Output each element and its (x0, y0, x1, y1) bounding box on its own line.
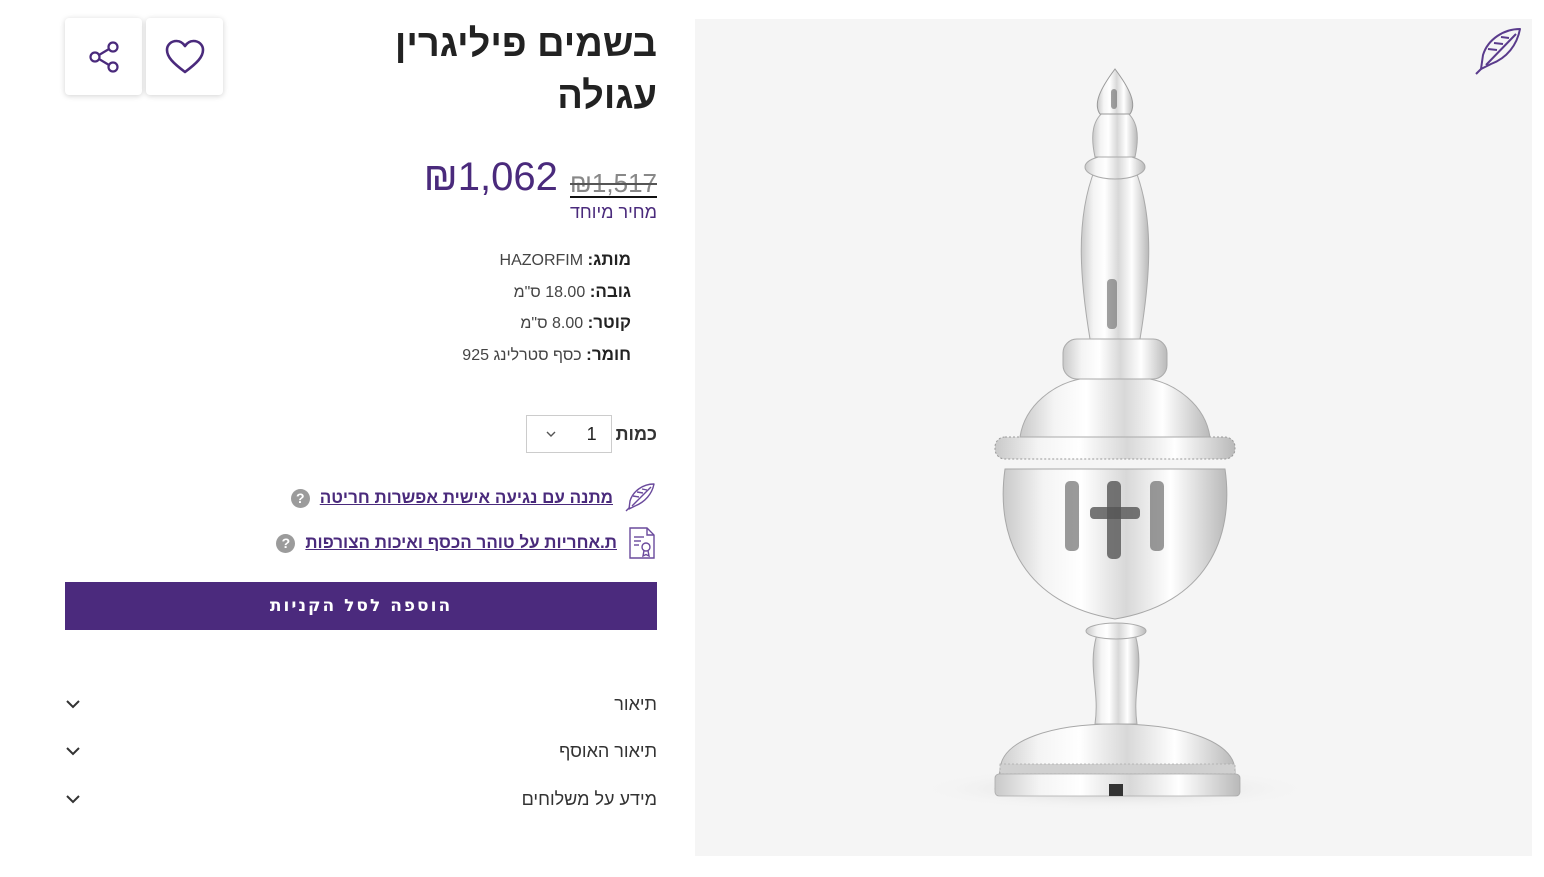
quantity-row: כמות 1 (525, 414, 657, 454)
spec-key: גובה: (589, 281, 631, 301)
heart-icon (165, 39, 204, 73)
spec-material: חומר: כסף סטרלינג 925 (462, 342, 631, 374)
original-price-text: ₪1,517 (569, 168, 657, 198)
spec-height: גובה: 18.00 ס"מ (462, 279, 631, 311)
feature-engraving: מתנה עם נגיעה אישית אפשרות חריטה ? (290, 480, 657, 516)
product-title-line1: בשמים פיליגרין (394, 23, 657, 65)
chevron-down-icon (66, 700, 80, 709)
quantity-value: 1 (586, 423, 597, 444)
spec-key: מותג: (587, 250, 631, 269)
product-title: בשמים פיליגרין עגולה (327, 18, 657, 122)
spec-key: קוטר: (587, 313, 631, 332)
special-price-label: מחיר מיוחד (569, 202, 657, 222)
quantity-select[interactable]: 1 (525, 415, 612, 453)
certificate-icon (629, 527, 655, 559)
help-icon[interactable]: ? (276, 533, 296, 553)
chevron-down-icon (546, 431, 556, 437)
product-specs: מותג: HAZORFIM גובה: 18.00 ס"מ קוטר: 8.0… (462, 247, 631, 373)
share-button[interactable] (65, 18, 142, 95)
feature-warranty: ת.אחריות על טוהר הכסף ואיכות הצורפות ? (276, 525, 657, 561)
help-icon[interactable]: ? (290, 488, 310, 508)
product-image-panel[interactable] (695, 19, 1532, 856)
engraving-link[interactable]: מתנה עם נגיעה אישית אפשרות חריטה (320, 488, 613, 508)
original-price: ₪1,517 (569, 166, 658, 200)
share-icon (88, 40, 119, 73)
accordion-label: מידע על משלוחים (521, 788, 657, 809)
product-page: בשמים פיליגרין עגולה ₪1,062 ₪1,517 מחיר … (0, 0, 1544, 877)
spec-value: 18.00 ס"מ (513, 283, 586, 301)
feather-pen-icon (1475, 28, 1521, 75)
quantity-label: כמות (615, 423, 657, 444)
spec-value: כסף סטרלינג 925 (462, 346, 582, 364)
spec-brand: מותג: HAZORFIM (462, 247, 631, 279)
accordion-description[interactable]: תיאור (65, 684, 657, 724)
feather-pen-icon (625, 483, 655, 512)
spec-key: חומר: (586, 344, 631, 364)
product-title-line2: עגולה (557, 75, 657, 117)
add-to-cart-button[interactable]: הוספה לסל הקניות (65, 582, 657, 630)
accordion-label: תיאור האוסף (559, 740, 657, 761)
wishlist-button[interactable] (146, 18, 223, 95)
sale-price: ₪1,062 (423, 155, 558, 199)
warranty-link[interactable]: ת.אחריות על טוהר הכסף ואיכות הצורפות (305, 533, 617, 553)
accordion-shipping[interactable]: מידע על משלוחים (65, 779, 657, 819)
spec-diameter: קוטר: 8.00 ס"מ (462, 310, 631, 342)
accordion-collection[interactable]: תיאור האוסף (65, 731, 657, 771)
chevron-down-icon (66, 747, 80, 756)
chevron-down-icon (66, 795, 80, 804)
price-row: ₪1,062 ₪1,517 (423, 152, 658, 202)
spec-value: HAZORFIM (499, 252, 584, 269)
product-image (915, 68, 1315, 811)
spec-value: 8.00 ס"מ (520, 315, 584, 332)
accordion-label: תיאור (614, 693, 657, 714)
